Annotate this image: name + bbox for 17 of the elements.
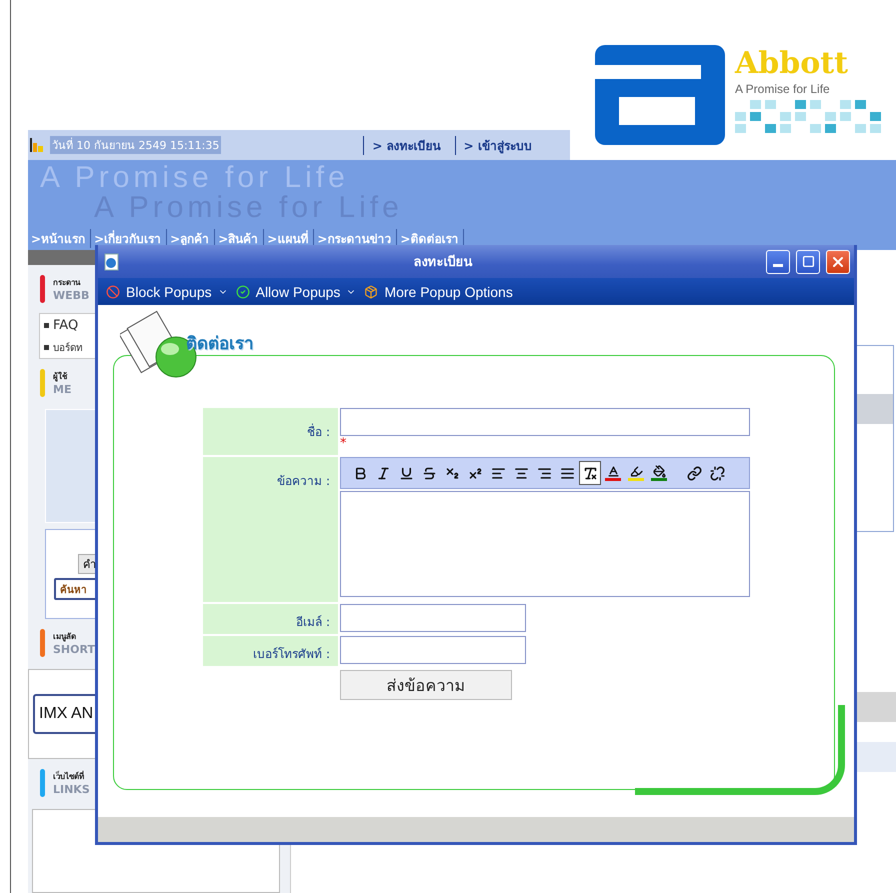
date-time: วันที่ 10 กันยายน 2549 15:11:35	[50, 136, 222, 154]
field-label: อีเมล์ :	[203, 604, 338, 634]
section-title: เว็บไซต์ที่	[53, 770, 85, 783]
section-title: เมนูลัด	[53, 631, 77, 643]
field-label: ชื่อ :	[203, 408, 338, 455]
field-label: เบอร์โทรศัพท์ :	[203, 636, 338, 666]
section-title: กระดาน	[53, 277, 82, 289]
window-title: ลงทะเบียน	[412, 254, 474, 272]
brand-tagline: A Promise for Life	[735, 82, 831, 96]
section-subtitle: SHORT	[53, 643, 95, 656]
field-label: ข้อความ :	[203, 457, 338, 602]
section-subtitle: WEBB	[53, 289, 90, 302]
section-title: ผู้ใช้	[53, 370, 68, 383]
brand-name: Abbott	[735, 46, 849, 82]
required-mark: *	[340, 438, 346, 450]
section-subtitle: ME	[53, 383, 72, 396]
section-subtitle: LINKS	[53, 783, 90, 796]
